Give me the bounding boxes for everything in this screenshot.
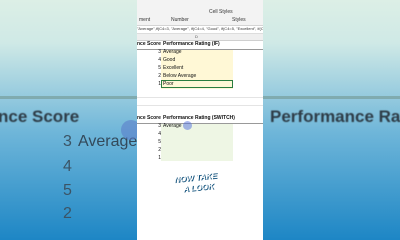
logo-brand-mind: Mind	[189, 190, 236, 212]
mindluster-logo: NOW TAKE A LOOK Mind Luster	[137, 170, 263, 240]
score-cell[interactable]: 2	[155, 147, 161, 153]
cursor-indicator	[183, 121, 192, 130]
score-header[interactable]: nce Score	[137, 115, 161, 121]
column-letter[interactable]: D	[195, 34, 198, 39]
cell-styles-button[interactable]: Cell Styles	[209, 9, 233, 15]
background-rating-heading: Performance Rating (SWITCH)	[270, 107, 400, 126]
logo-brand-luster: Luster	[185, 211, 247, 233]
score-cell[interactable]: 3	[155, 123, 161, 129]
rating-cell[interactable]: Below Average	[163, 73, 196, 79]
rating-cell[interactable]: Average	[163, 123, 182, 129]
rating-header[interactable]: Performance Rating (SWITCH)	[163, 115, 235, 121]
score-cell[interactable]: 2	[155, 73, 161, 79]
rating-header[interactable]: Performance Rating (IF)	[163, 41, 220, 47]
score-header[interactable]: nce Score	[137, 41, 161, 47]
background-number: 3	[63, 133, 72, 150]
background-score-heading: nce Score	[0, 107, 80, 126]
score-cell[interactable]: 3	[155, 49, 161, 55]
background-number: 2	[63, 205, 72, 222]
score-cell[interactable]: 1	[155, 155, 161, 161]
selected-cell[interactable]	[161, 80, 233, 88]
column-header: D	[137, 34, 263, 41]
ribbon-styles-label: Styles	[232, 17, 246, 23]
formula-bar[interactable]: "Average",if(C4=3, "Average", if(C4=4, "…	[137, 26, 263, 34]
brain-icon	[155, 192, 183, 228]
score-cell[interactable]: 5	[155, 139, 161, 145]
score-cell[interactable]: 4	[155, 57, 161, 63]
score-cell[interactable]: 4	[155, 131, 161, 137]
ribbon: ment Number Cell Styles Styles	[137, 0, 263, 26]
score-cell[interactable]: 5	[155, 65, 161, 71]
background-number: 5	[63, 182, 72, 199]
rating-cell[interactable]: Excellent	[163, 65, 183, 71]
gridline	[137, 97, 263, 98]
gridline	[137, 105, 263, 106]
rating-cell[interactable]: Average	[163, 49, 182, 55]
background-number: 4	[63, 158, 72, 175]
rating-cell[interactable]: Good	[163, 57, 175, 63]
ribbon-format-label[interactable]: ment	[139, 17, 150, 23]
ribbon-number-label[interactable]: Number	[171, 17, 189, 23]
